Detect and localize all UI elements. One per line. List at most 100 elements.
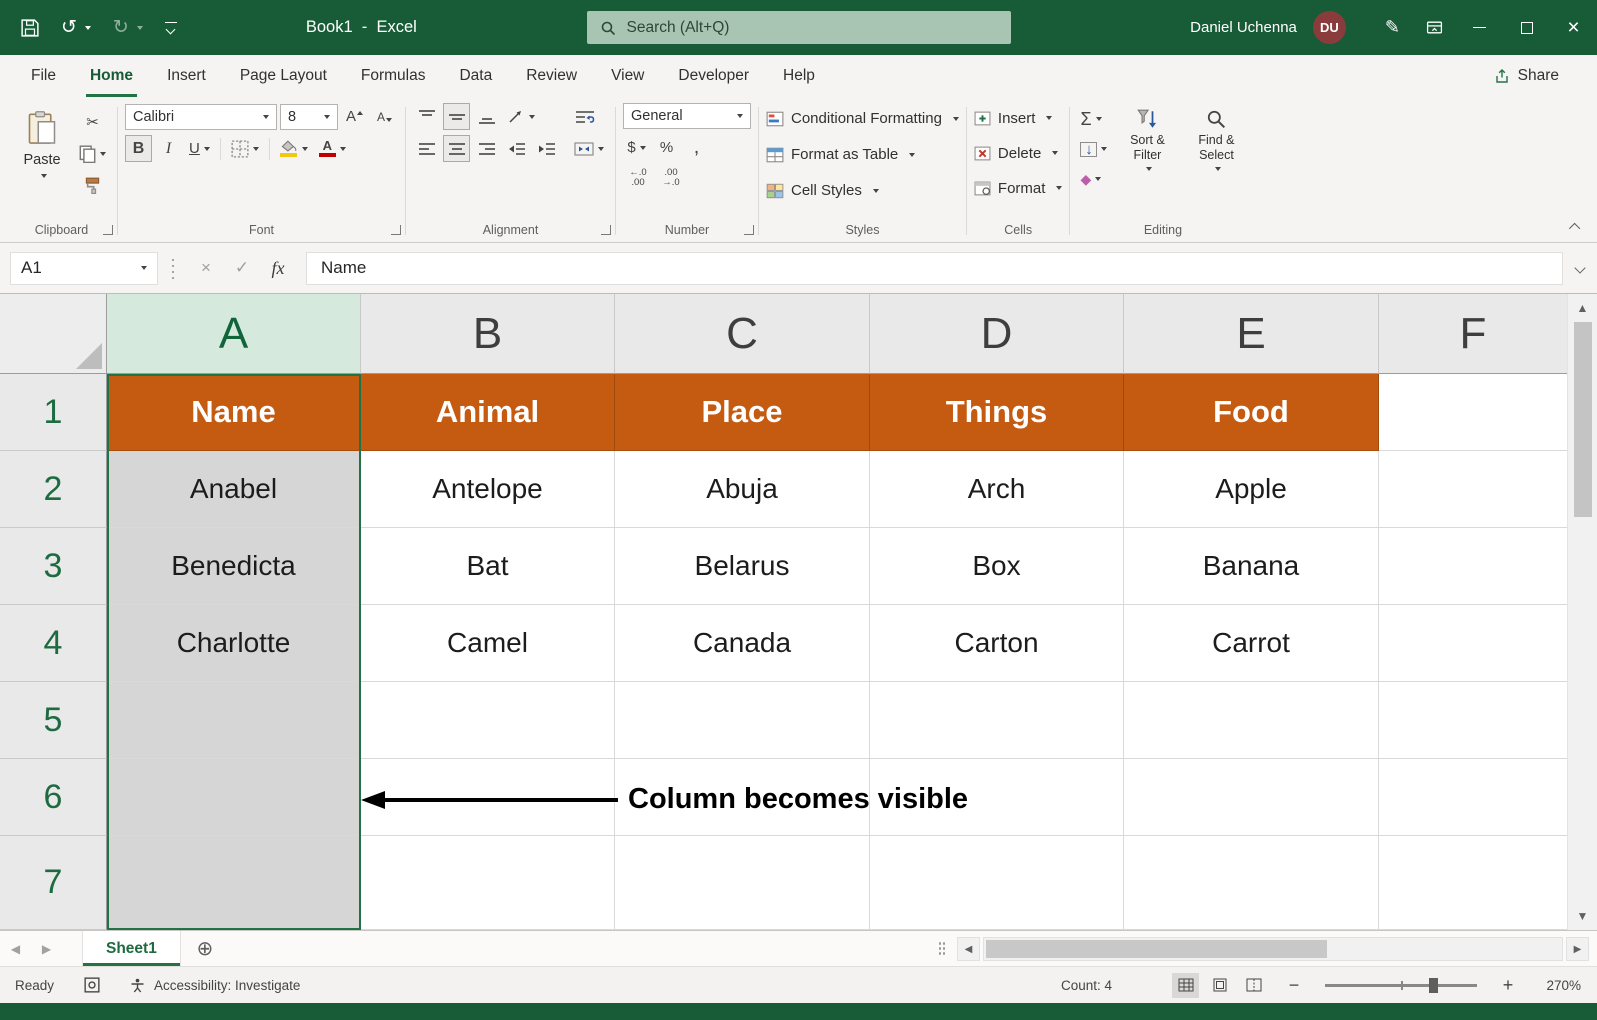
row-header-1[interactable]: 1: [0, 374, 107, 451]
cell-C1[interactable]: Place: [615, 374, 870, 451]
cell-E1[interactable]: Food: [1124, 374, 1379, 451]
vertical-scrollbar[interactable]: ▲ ▼: [1567, 294, 1597, 930]
customize-quick-access-toolbar-button[interactable]: [154, 0, 188, 55]
tab-page-layout[interactable]: Page Layout: [223, 55, 344, 97]
cell-A2[interactable]: Anabel: [107, 451, 361, 528]
font-name-select[interactable]: Calibri: [125, 103, 277, 130]
alignment-dialog-launcher[interactable]: [601, 225, 611, 235]
zoom-slider[interactable]: [1325, 977, 1477, 993]
cell-D1[interactable]: Things: [870, 374, 1124, 451]
align-left-button[interactable]: [413, 135, 440, 162]
cell-C7[interactable]: [615, 836, 870, 930]
minimize-button[interactable]: [1456, 0, 1503, 55]
expand-formula-bar-button[interactable]: [1563, 262, 1597, 274]
accessibility-status[interactable]: Accessibility: Investigate: [130, 978, 300, 993]
maximize-button[interactable]: [1503, 0, 1550, 55]
clipboard-dialog-launcher[interactable]: [103, 225, 113, 235]
wrap-text-button[interactable]: [571, 103, 599, 130]
cell-E4[interactable]: Carrot: [1124, 605, 1379, 682]
align-right-button[interactable]: [473, 135, 500, 162]
avatar[interactable]: DU: [1312, 11, 1346, 44]
tab-review[interactable]: Review: [509, 55, 594, 97]
tab-data[interactable]: Data: [442, 55, 509, 97]
macro-record-icon[interactable]: [84, 977, 100, 993]
ribbon-display-options-button[interactable]: [1413, 0, 1456, 55]
cell-B7[interactable]: [361, 836, 615, 930]
cell-F7[interactable]: [1379, 836, 1567, 930]
new-sheet-button[interactable]: ⊕: [181, 931, 229, 966]
close-button[interactable]: ×: [1550, 0, 1597, 55]
cell-E5[interactable]: [1124, 682, 1379, 759]
cell-F1[interactable]: [1379, 374, 1567, 451]
cell-F5[interactable]: [1379, 682, 1567, 759]
insert-function-button[interactable]: fx: [260, 252, 296, 285]
select-all-corner[interactable]: [0, 294, 107, 374]
insert-cells-button[interactable]: Insert: [974, 103, 1063, 133]
save-button[interactable]: [10, 0, 50, 55]
cell-B1[interactable]: Animal: [361, 374, 615, 451]
paste-button[interactable]: Paste: [13, 103, 71, 199]
pen-icon[interactable]: ✎: [1372, 0, 1413, 55]
column-header-E[interactable]: E: [1124, 294, 1379, 374]
tab-home[interactable]: Home: [73, 55, 150, 97]
cell-D4[interactable]: Carton: [870, 605, 1124, 682]
font-dialog-launcher[interactable]: [391, 225, 401, 235]
decrease-decimal-button[interactable]: .00 →.0: [656, 166, 686, 190]
zoom-slider-thumb[interactable]: [1429, 977, 1438, 993]
enter-button[interactable]: ✓: [224, 252, 260, 285]
sort-filter-button[interactable]: Sort & Filter: [1115, 103, 1179, 192]
column-header-C[interactable]: C: [615, 294, 870, 374]
vertical-scrollbar-thumb[interactable]: [1573, 322, 1592, 517]
cell-F3[interactable]: [1379, 528, 1567, 605]
borders-button[interactable]: [227, 135, 263, 162]
align-center-button[interactable]: [443, 135, 470, 162]
format-as-table-button[interactable]: Format as Table: [766, 139, 959, 170]
cell-B5[interactable]: [361, 682, 615, 759]
format-cells-button[interactable]: Format: [974, 173, 1063, 203]
cell-D5[interactable]: [870, 682, 1124, 759]
bold-button[interactable]: B: [125, 135, 152, 162]
fill-button[interactable]: ↓: [1077, 136, 1110, 162]
orientation-button[interactable]: [503, 103, 539, 130]
accounting-format-button[interactable]: $: [623, 134, 650, 161]
decrease-font-size-button[interactable]: A: [371, 103, 398, 130]
row-header-2[interactable]: 2: [0, 451, 107, 528]
splitter-grip-icon[interactable]: [938, 941, 946, 957]
cancel-button[interactable]: ×: [188, 252, 224, 285]
cell-E7[interactable]: [1124, 836, 1379, 930]
tab-developer[interactable]: Developer: [661, 55, 766, 97]
cell-styles-button[interactable]: Cell Styles: [766, 175, 959, 206]
cell-A3[interactable]: Benedicta: [107, 528, 361, 605]
cell-C4[interactable]: Canada: [615, 605, 870, 682]
scroll-down-button[interactable]: ▼: [1568, 902, 1597, 930]
column-header-B[interactable]: B: [361, 294, 615, 374]
column-header-D[interactable]: D: [870, 294, 1124, 374]
row-header-5[interactable]: 5: [0, 682, 107, 759]
top-align-button[interactable]: [413, 103, 440, 130]
delete-cells-button[interactable]: Delete: [974, 138, 1063, 168]
scroll-left-button[interactable]: ◀: [957, 937, 980, 961]
scroll-right-button[interactable]: ▶: [1566, 937, 1589, 961]
increase-decimal-button[interactable]: ←.0 .00: [623, 166, 653, 190]
tab-help[interactable]: Help: [766, 55, 832, 97]
previous-sheet-button[interactable]: ◀: [0, 931, 31, 966]
cell-F4[interactable]: [1379, 605, 1567, 682]
formula-bar-grip[interactable]: [170, 257, 176, 279]
column-header-A[interactable]: A: [107, 294, 361, 374]
normal-view-button[interactable]: [1172, 972, 1199, 998]
cell-D7[interactable]: [870, 836, 1124, 930]
font-size-select[interactable]: 8: [280, 103, 338, 130]
name-box[interactable]: A1: [10, 251, 158, 285]
cell-A6[interactable]: [107, 759, 361, 836]
merge-center-button[interactable]: [570, 135, 608, 162]
cell-D3[interactable]: Box: [870, 528, 1124, 605]
clear-button[interactable]: ◆: [1077, 166, 1110, 192]
undo-button[interactable]: ↺: [50, 0, 102, 55]
font-color-button[interactable]: A: [315, 135, 350, 162]
row-header-4[interactable]: 4: [0, 605, 107, 682]
row-header-6[interactable]: 6: [0, 759, 107, 836]
scroll-up-button[interactable]: ▲: [1568, 294, 1597, 322]
cell-A4[interactable]: Charlotte: [107, 605, 361, 682]
decrease-indent-button[interactable]: [503, 135, 530, 162]
underline-button[interactable]: U: [185, 135, 214, 162]
